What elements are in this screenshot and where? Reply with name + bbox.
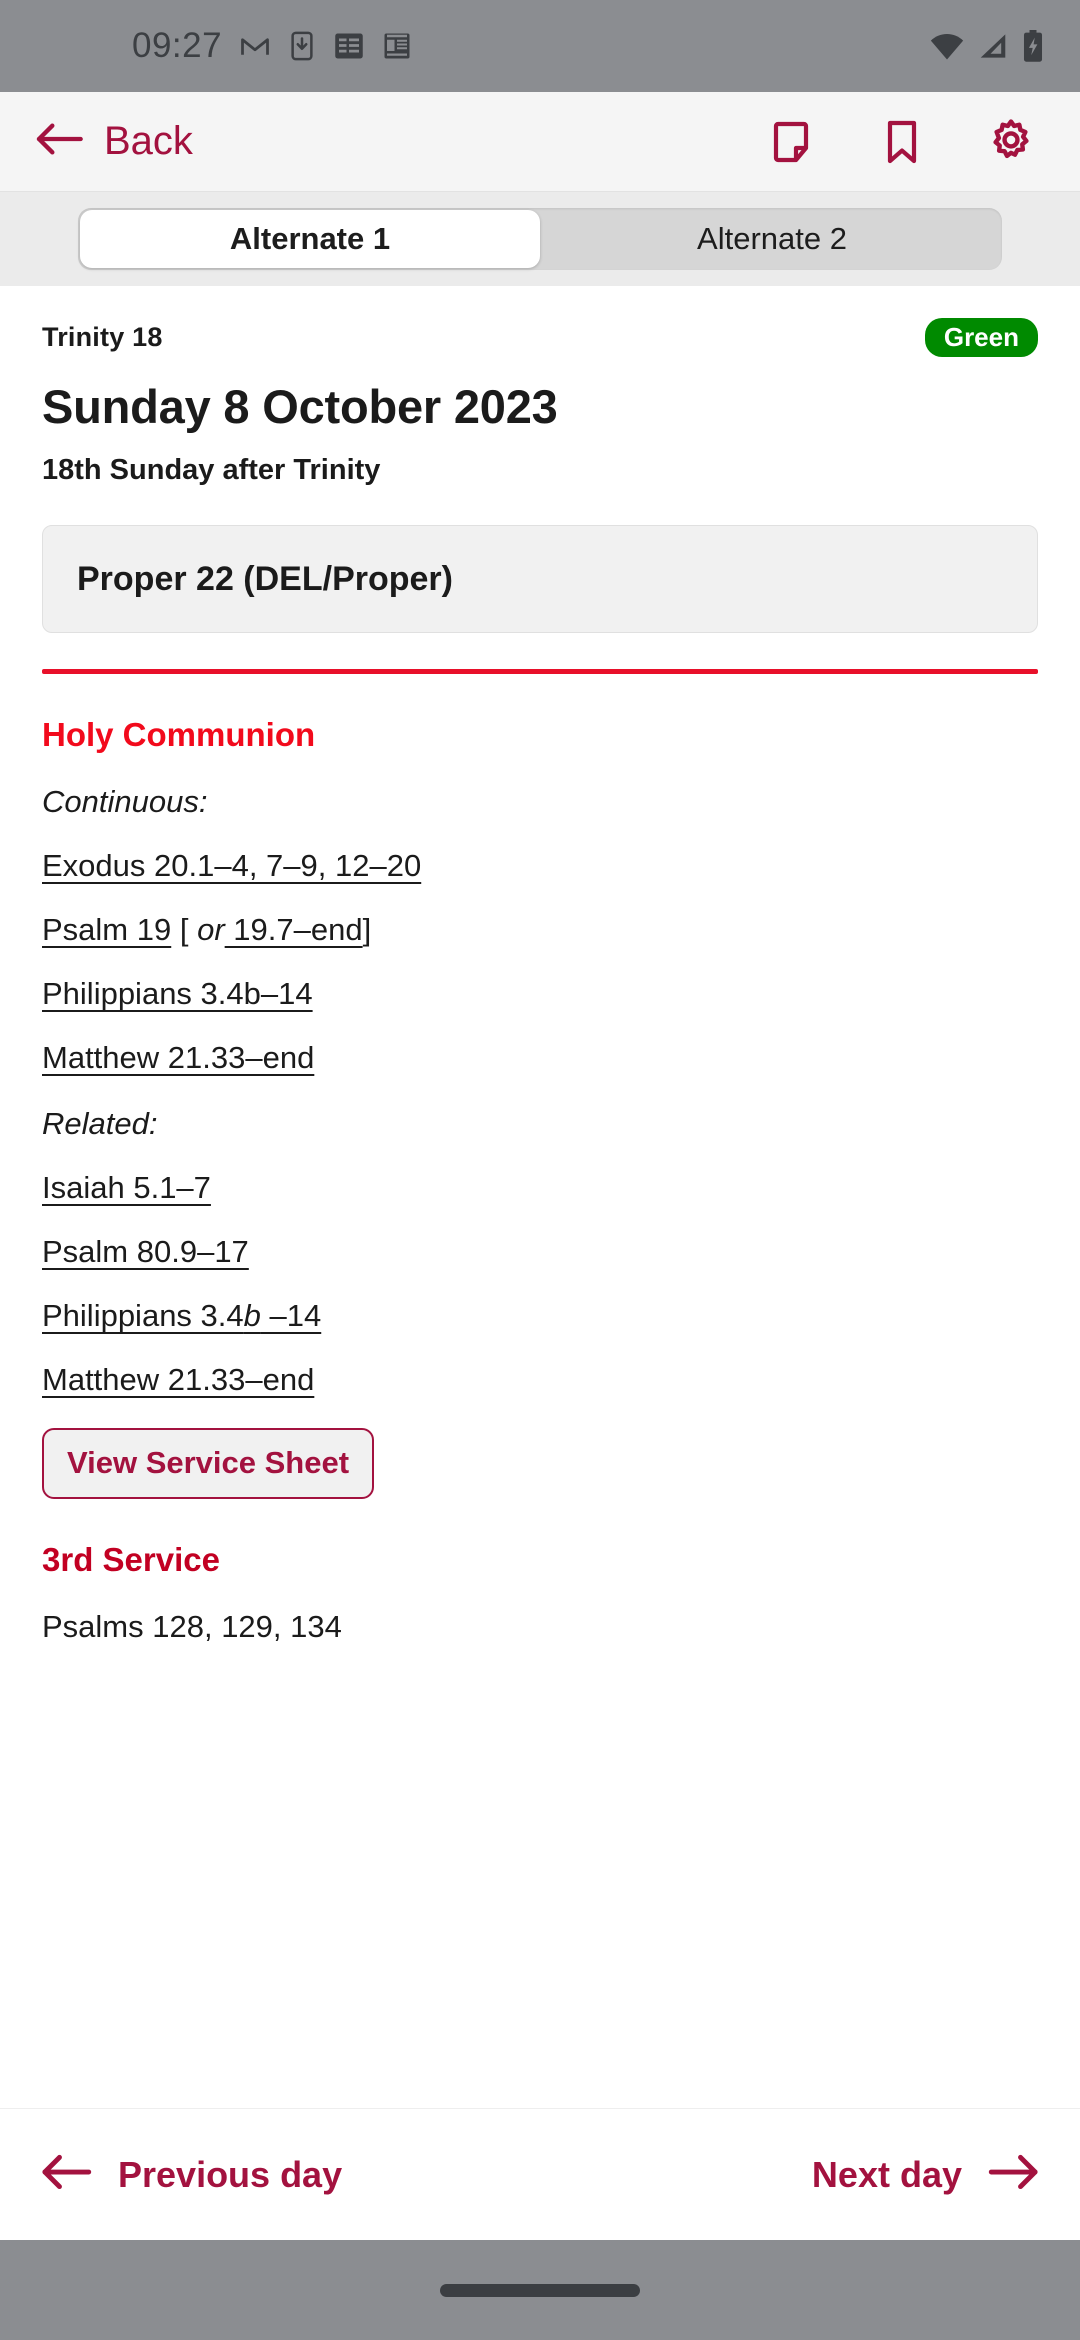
- back-button[interactable]: Back: [34, 119, 193, 164]
- proper-label: Proper 22 (DEL/Proper): [77, 559, 453, 598]
- reading-matthew-related[interactable]: Matthew 21.33–end: [42, 1362, 1038, 1398]
- reading-psalm-80[interactable]: Psalm 80.9–17: [42, 1234, 1038, 1270]
- reading-verse-tail[interactable]: –14: [261, 1298, 322, 1333]
- bracket-open: [: [171, 912, 198, 947]
- tab-alternate-2[interactable]: Alternate 2: [542, 208, 1002, 270]
- reading-link[interactable]: Isaiah 5.1–7: [42, 1170, 211, 1205]
- previous-day-label: Previous day: [118, 2153, 343, 2195]
- battery-charging-icon: [1022, 30, 1044, 62]
- reading-philippians[interactable]: Philippians 3.4b–14: [42, 976, 1038, 1012]
- page-subtitle: 18th Sunday after Trinity: [42, 454, 381, 486]
- reading-link[interactable]: Psalm 19: [42, 912, 171, 947]
- gesture-nav-bar: [0, 2240, 1080, 2340]
- liturgical-colour-badge: Green: [924, 318, 1038, 357]
- proper-box[interactable]: Proper 22 (DEL/Proper): [42, 525, 1038, 633]
- next-day-label: Next day: [811, 2153, 962, 2195]
- previous-day-button[interactable]: Previous day: [40, 2152, 342, 2197]
- tab-alternate-1[interactable]: Alternate 1: [80, 210, 540, 268]
- alternate-tab-bar: Alternate 1 Alternate 2: [0, 192, 1080, 286]
- reading-link[interactable]: Matthew 21.33–end: [42, 1040, 314, 1075]
- google-news-icon: [334, 32, 364, 60]
- bookmark-icon[interactable]: [880, 118, 924, 166]
- gesture-pill[interactable]: [440, 2283, 640, 2297]
- reading-philippians-related[interactable]: Philippians 3.4b –14: [42, 1298, 1038, 1334]
- gmail-icon: [240, 31, 270, 61]
- calculator-icon: [382, 31, 412, 61]
- service-title-3rd-service: 3rd Service: [42, 1541, 220, 1578]
- cellular-signal-icon: [978, 31, 1008, 61]
- status-bar-left: 09:27: [36, 26, 930, 66]
- reading-link[interactable]: Philippians 3.4b–14: [42, 976, 313, 1011]
- reading-verse-suffix[interactable]: b: [244, 1298, 261, 1333]
- reading-isaiah[interactable]: Isaiah 5.1–7: [42, 1170, 1038, 1206]
- app-bar: Back: [0, 92, 1080, 192]
- group-label-continuous: Continuous:: [42, 784, 208, 819]
- app-bar-actions: [770, 117, 1050, 167]
- status-bar-clock: 09:27: [132, 26, 223, 65]
- group-label-related: Related:: [42, 1106, 158, 1141]
- divider-rule: [42, 669, 1038, 674]
- reading-psalm-19[interactable]: Psalm 19 [ or 19.7–end]: [42, 912, 1038, 948]
- bracket-close: ]: [362, 912, 372, 947]
- reading-link[interactable]: Psalm 80.9–17: [42, 1234, 249, 1269]
- reading-psalms-3rd-service[interactable]: Psalms 128, 129, 134: [42, 1609, 1038, 1645]
- page-title: Sunday 8 October 2023: [42, 380, 558, 433]
- season-label: Trinity 18: [42, 322, 163, 352]
- lectionary-content[interactable]: Trinity 18 Green Sunday 8 October 2023 1…: [0, 286, 1080, 2108]
- reading-exodus[interactable]: Exodus 20.1–4, 7–9, 12–20: [42, 848, 1038, 884]
- reading-link[interactable]: Exodus 20.1–4, 7–9, 12–20: [42, 848, 421, 883]
- note-icon[interactable]: [770, 118, 818, 166]
- service-title-holy-communion: Holy Communion: [42, 716, 316, 753]
- reading-link-alt[interactable]: 19.7–end: [225, 912, 362, 947]
- bottom-nav-bar: Previous day Next day: [0, 2108, 1080, 2240]
- gear-icon[interactable]: [986, 117, 1036, 167]
- arrow-left-icon: [34, 119, 84, 164]
- or-label: or: [197, 912, 225, 947]
- phone-screen: 09:27 Back Alternate 1 Alternate 2 Trini…: [0, 0, 1080, 2340]
- status-bar-right: [930, 30, 1044, 62]
- season-row: Trinity 18 Green: [42, 318, 1038, 357]
- reading-matthew[interactable]: Matthew 21.33–end: [42, 1040, 1038, 1076]
- next-day-button[interactable]: Next day: [812, 2152, 1040, 2197]
- reading-link[interactable]: Matthew 21.33–end: [42, 1362, 314, 1397]
- arrow-left-icon: [40, 2152, 92, 2197]
- arrow-right-icon: [988, 2152, 1040, 2197]
- reading-link[interactable]: Philippians 3.4: [42, 1298, 244, 1333]
- view-service-sheet-button[interactable]: View Service Sheet: [42, 1428, 375, 1499]
- download-to-phone-icon: [288, 31, 316, 61]
- back-label: Back: [104, 119, 193, 163]
- segmented-control: Alternate 1 Alternate 2: [78, 208, 1002, 270]
- status-bar: 09:27: [0, 0, 1080, 92]
- wifi-icon: [930, 31, 964, 61]
